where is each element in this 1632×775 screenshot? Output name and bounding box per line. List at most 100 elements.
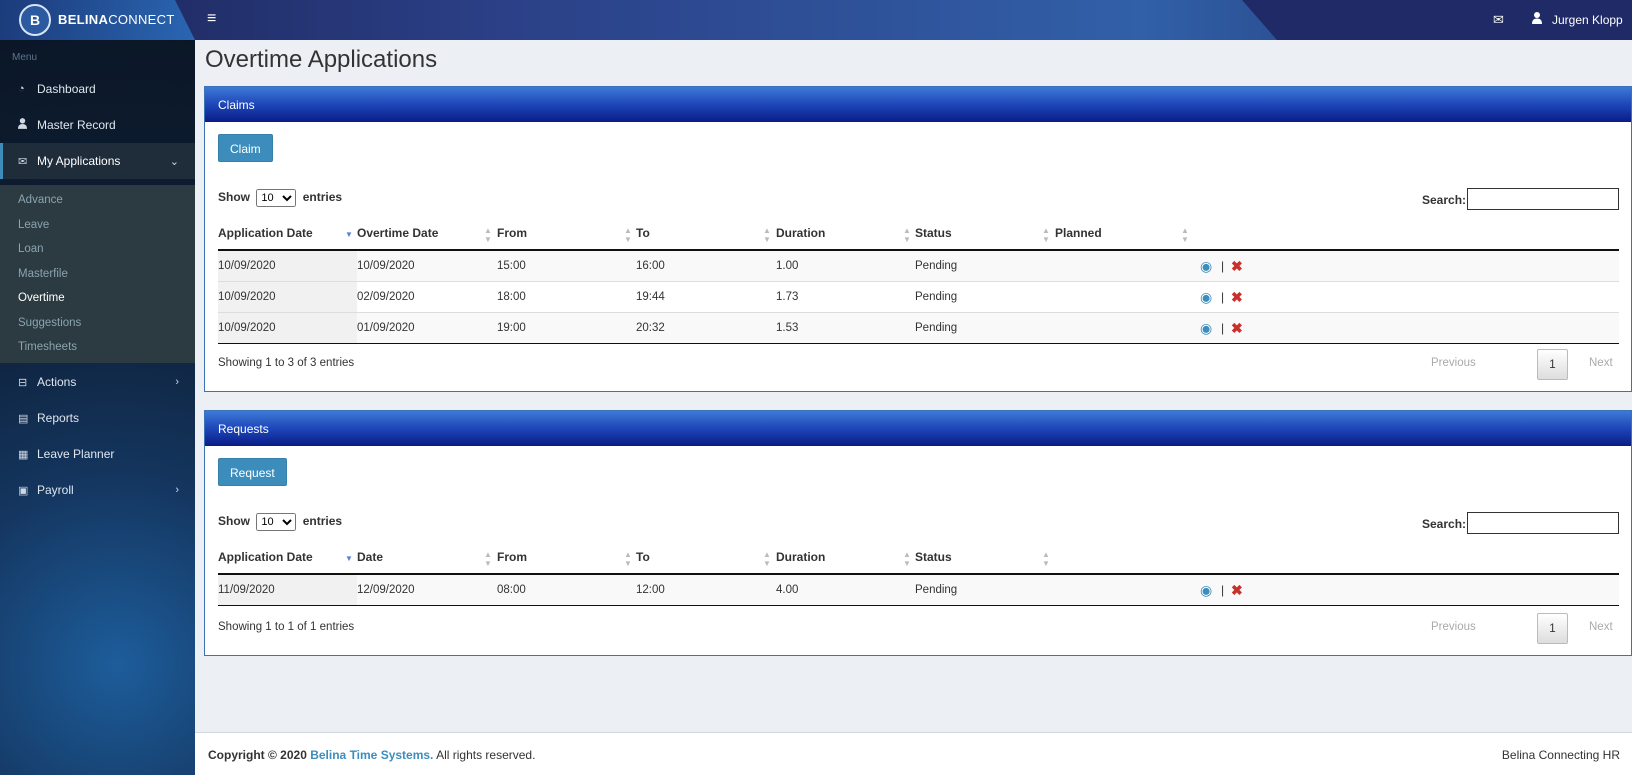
column-header-from[interactable]: From <box>497 226 527 240</box>
claims-previous-button[interactable]: Previous <box>1431 357 1476 369</box>
column-header-status[interactable]: Status <box>915 550 952 564</box>
requests-page-1-button[interactable]: 1 <box>1537 613 1568 644</box>
sidebar-item-label: Payroll <box>37 483 74 497</box>
sort-icon: ▲ ▼ <box>903 226 911 244</box>
column-header-from[interactable]: From <box>497 550 527 564</box>
cell-application-date: 10/09/2020 <box>218 322 276 334</box>
claim-button[interactable]: Claim <box>218 134 273 162</box>
submenu-item-leave[interactable]: Leave <box>18 219 49 231</box>
column-header-application-date[interactable]: Application Date <box>218 226 313 240</box>
view-eye-icon[interactable]: ◉ <box>1200 289 1212 306</box>
action-separator: | <box>1221 290 1225 304</box>
claims-next-button[interactable]: Next <box>1589 357 1613 369</box>
submenu-item-overtime[interactable]: Overtime <box>18 292 65 304</box>
submenu-item-masterfile[interactable]: Masterfile <box>18 268 68 280</box>
requests-next-button[interactable]: Next <box>1589 621 1613 633</box>
sidebar-item-label: My Applications <box>37 154 121 168</box>
top-header: B BELINACONNECT ≡ ✉ Jurgen Klopp <box>0 0 1632 40</box>
cell-overtime-date: 02/09/2020 <box>357 291 415 303</box>
delete-x-icon[interactable]: ✖ <box>1231 582 1243 599</box>
cell-duration: 4.00 <box>776 584 799 596</box>
money-icon: ▣ <box>18 484 29 497</box>
submenu-item-advance[interactable]: Advance <box>18 194 63 206</box>
sort-icon: ▲ ▼ <box>484 226 492 244</box>
sort-icon: ▲ ▼ <box>1042 550 1050 568</box>
sidebar: Menu ◔ Dashboard Master Record ✉ My Appl… <box>0 40 195 775</box>
user-icon <box>18 118 34 132</box>
logo-area[interactable]: B BELINACONNECT <box>0 0 195 40</box>
table-row: 10/09/2020 01/09/2020 19:00 20:32 1.53 P… <box>218 313 1619 344</box>
column-header-overtime-date[interactable]: Overtime Date <box>357 226 438 240</box>
cell-to: 12:00 <box>636 584 665 596</box>
submenu-item-timesheets[interactable]: Timesheets <box>18 341 77 353</box>
request-button[interactable]: Request <box>218 458 287 486</box>
requests-previous-button[interactable]: Previous <box>1431 621 1476 633</box>
sort-desc-icon: ▼ <box>345 230 353 239</box>
user-name[interactable]: Jurgen Klopp <box>1552 13 1623 27</box>
requests-search-input[interactable] <box>1467 512 1619 534</box>
claims-search-input[interactable] <box>1467 188 1619 210</box>
column-header-to[interactable]: To <box>636 550 650 564</box>
entries-label: entries <box>302 190 343 204</box>
calendar-icon: ▦ <box>18 448 29 461</box>
company-link[interactable]: Belina Time Systems. <box>310 748 433 762</box>
cell-to: 19:44 <box>636 291 665 303</box>
cell-from: 15:00 <box>497 260 526 272</box>
submenu-item-suggestions[interactable]: Suggestions <box>18 317 81 329</box>
column-header-status[interactable]: Status <box>915 226 952 240</box>
footer-copyright: Copyright © 2020 Belina Time Systems. Al… <box>208 748 535 762</box>
column-header-date[interactable]: Date <box>357 550 383 564</box>
claims-length-control: Show 10 entries <box>218 189 342 207</box>
logo-icon: B <box>19 4 51 36</box>
view-eye-icon[interactable]: ◉ <box>1200 320 1212 337</box>
delete-x-icon[interactable]: ✖ <box>1231 289 1243 306</box>
column-header-application-date[interactable]: Application Date <box>218 550 313 564</box>
sidebar-item-leave-planner[interactable]: ▦ Leave Planner <box>0 436 195 472</box>
sort-desc-icon: ▼ <box>345 554 353 563</box>
column-header-duration[interactable]: Duration <box>776 226 825 240</box>
sidebar-item-actions[interactable]: ⊟ Actions › <box>0 364 195 400</box>
sidebar-item-my-applications[interactable]: ✉ My Applications ⌄ <box>0 143 195 179</box>
cell-date: 12/09/2020 <box>357 584 415 596</box>
sidebar-item-dashboard[interactable]: ◔ Dashboard <box>0 71 195 107</box>
sort-icon: ▲ ▼ <box>1181 226 1189 244</box>
mail-icon[interactable]: ✉ <box>1493 12 1504 28</box>
hamburger-menu-icon[interactable]: ≡ <box>207 10 216 28</box>
cell-duration: 1.73 <box>776 291 799 303</box>
requests-entries-select[interactable]: 10 <box>256 513 297 531</box>
sidebar-item-reports[interactable]: ▤ Reports <box>0 400 195 436</box>
claims-entries-select[interactable]: 10 <box>256 189 297 207</box>
cell-from: 19:00 <box>497 322 526 334</box>
view-eye-icon[interactable]: ◉ <box>1200 258 1212 275</box>
cell-duration: 1.00 <box>776 260 799 272</box>
requests-length-control: Show 10 entries <box>218 513 342 531</box>
column-header-planned[interactable]: Planned <box>1055 226 1102 240</box>
page-title: Overtime Applications <box>205 46 438 73</box>
submenu-item-loan[interactable]: Loan <box>18 243 44 255</box>
delete-x-icon[interactable]: ✖ <box>1231 258 1243 275</box>
cell-status: Pending <box>915 322 958 334</box>
table-row: 10/09/2020 10/09/2020 15:00 16:00 1.00 P… <box>218 251 1619 282</box>
delete-x-icon[interactable]: ✖ <box>1231 320 1243 337</box>
cell-status: Pending <box>915 260 958 272</box>
requests-table-info: Showing 1 to 1 of 1 entries <box>218 621 355 633</box>
sort-icon: ▲ ▼ <box>624 226 632 244</box>
column-header-to[interactable]: To <box>636 226 650 240</box>
claims-page-1-button[interactable]: 1 <box>1537 349 1568 380</box>
envelope-icon: ✉ <box>18 155 28 168</box>
cell-status: Pending <box>915 584 958 596</box>
user-icon[interactable] <box>1532 12 1542 27</box>
sort-icon: ▲ ▼ <box>763 550 771 568</box>
book-icon: ▤ <box>18 412 29 425</box>
sort-icon: ▲ ▼ <box>1042 226 1050 244</box>
inbox-icon: ⊟ <box>18 376 28 389</box>
sidebar-item-payroll[interactable]: ▣ Payroll › <box>0 472 195 508</box>
view-eye-icon[interactable]: ◉ <box>1200 582 1212 599</box>
claims-table-info: Showing 1 to 3 of 3 entries <box>218 357 355 369</box>
logo-text: BELINACONNECT <box>58 12 175 27</box>
sidebar-item-master-record[interactable]: Master Record <box>0 107 195 143</box>
cell-duration: 1.53 <box>776 322 799 334</box>
column-header-duration[interactable]: Duration <box>776 550 825 564</box>
dashboard-icon: ◔ <box>18 83 25 95</box>
show-label: Show <box>218 514 250 528</box>
